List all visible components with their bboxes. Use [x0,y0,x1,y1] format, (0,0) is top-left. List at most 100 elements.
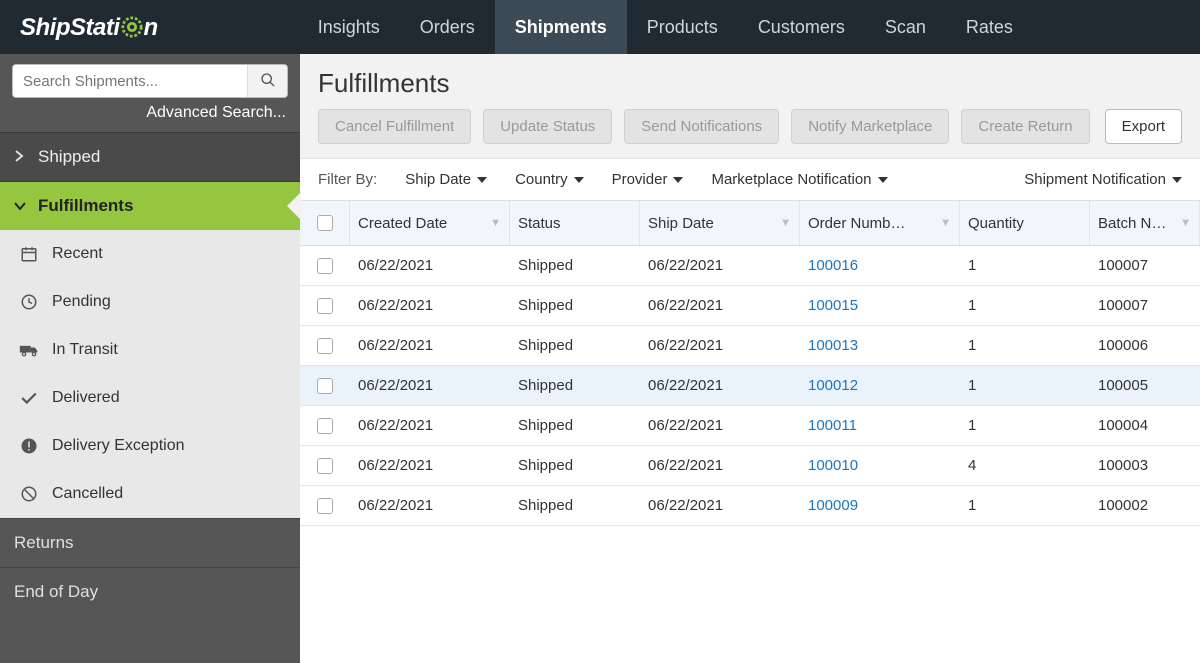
nav-insights[interactable]: Insights [298,0,400,54]
row-checkbox[interactable] [317,338,333,354]
filter-country-label: Country [515,171,568,188]
nav-rates[interactable]: Rates [946,0,1033,54]
advanced-search-link[interactable]: Advanced Search... [0,100,300,132]
col-created[interactable]: Created Date ▼ [350,201,510,245]
search-icon [260,72,276,91]
col-qty[interactable]: Quantity [960,201,1090,245]
order-link[interactable]: 100010 [808,457,858,474]
sidebar-item-cancelled[interactable]: Cancelled [0,470,300,518]
cell-order: 100013 [800,337,960,354]
table-row[interactable]: 06/22/2021Shipped06/22/20211000151100007 [300,286,1200,326]
table-row[interactable]: 06/22/2021Shipped06/22/20211000131100006 [300,326,1200,366]
filter-country[interactable]: Country [515,171,584,188]
order-link[interactable]: 100013 [808,337,858,354]
sidebar-returns[interactable]: Returns [0,518,300,567]
order-link[interactable]: 100016 [808,257,858,274]
row-checkbox[interactable] [317,498,333,514]
send-notifications-button[interactable]: Send Notifications [624,109,779,144]
clock-icon [18,292,40,312]
col-ship[interactable]: Ship Date▼ [640,201,800,245]
caret-down-icon [673,177,683,183]
nav-products[interactable]: Products [627,0,738,54]
col-order[interactable]: Order Numb…▼ [800,201,960,245]
sidebar-item-recent[interactable]: Recent [0,230,300,278]
cell-batch: 100007 [1090,297,1200,314]
alert-icon [18,436,40,456]
search-button[interactable] [247,65,287,97]
caret-down-icon [1172,177,1182,183]
col-checkbox[interactable] [300,201,350,245]
sidebar-eod[interactable]: End of Day [0,567,300,616]
cell-created: 06/22/2021 [350,257,510,274]
search-input[interactable] [13,65,247,97]
row-checkbox-cell [300,378,350,394]
sidebar-fulfillments[interactable]: Fulfillments [0,181,300,230]
sidebar-item-delivered[interactable]: Delivered [0,374,300,422]
row-checkbox[interactable] [317,418,333,434]
cell-batch: 100004 [1090,417,1200,434]
sidebar-shipped-label: Shipped [38,147,100,167]
sidebar-item-label: Delivered [52,389,120,407]
table-row[interactable]: 06/22/2021Shipped06/22/20211000091100002 [300,486,1200,526]
cancel-fulfillment-button[interactable]: Cancel Fulfillment [318,109,471,144]
cell-order: 100009 [800,497,960,514]
row-checkbox[interactable] [317,378,333,394]
nav-customers[interactable]: Customers [738,0,865,54]
logo[interactable]: ShipStati n [0,13,178,42]
sidebar-item-intransit[interactable]: In Transit [0,326,300,374]
filter-provider-label: Provider [612,171,668,188]
sort-icon: ▼ [780,217,791,229]
filter-shipment[interactable]: Shipment Notification [1024,171,1182,188]
filter-by-label: Filter By: [318,171,377,188]
table-row[interactable]: 06/22/2021Shipped06/22/20211000104100003 [300,446,1200,486]
sidebar-shipped[interactable]: Shipped [0,132,300,181]
col-created-label: Created Date [358,215,447,232]
nav-orders[interactable]: Orders [400,0,495,54]
table-row[interactable]: 06/22/2021Shipped06/22/20211000161100007 [300,246,1200,286]
cell-created: 06/22/2021 [350,377,510,394]
row-checkbox[interactable] [317,298,333,314]
cell-status: Shipped [510,297,640,314]
filter-shipdate[interactable]: Ship Date [405,171,487,188]
chevron-down-icon [14,196,28,216]
truck-icon [18,340,40,360]
cancel-icon [18,484,40,504]
export-button[interactable]: Export [1105,109,1182,144]
update-status-button[interactable]: Update Status [483,109,612,144]
nav-shipments[interactable]: Shipments [495,0,627,54]
chevron-right-icon [14,147,28,167]
order-link[interactable]: 100015 [808,297,858,314]
sidebar-fulfillments-label: Fulfillments [38,196,133,216]
col-batch[interactable]: Batch N…▼ [1090,201,1200,245]
row-checkbox[interactable] [317,458,333,474]
filter-provider[interactable]: Provider [612,171,684,188]
cell-batch: 100005 [1090,377,1200,394]
filter-marketplace[interactable]: Marketplace Notification [711,171,887,188]
row-checkbox-cell [300,498,350,514]
row-checkbox-cell [300,418,350,434]
sidebar-item-pending[interactable]: Pending [0,278,300,326]
select-all-checkbox[interactable] [317,215,333,231]
order-link[interactable]: 100011 [808,417,857,434]
cell-order: 100016 [800,257,960,274]
table-row[interactable]: 06/22/2021Shipped06/22/20211000121100005 [300,366,1200,406]
cell-batch: 100007 [1090,257,1200,274]
cell-status: Shipped [510,257,640,274]
cell-created: 06/22/2021 [350,337,510,354]
top-nav: ShipStati n Insights Orders Shipments Pr… [0,0,1200,54]
sidebar: Advanced Search... Shipped Fulfillments … [0,54,300,663]
create-return-button[interactable]: Create Return [961,109,1089,144]
sidebar-item-exception[interactable]: Delivery Exception [0,422,300,470]
cell-ship: 06/22/2021 [640,337,800,354]
cell-status: Shipped [510,457,640,474]
order-link[interactable]: 100012 [808,377,858,394]
nav-scan[interactable]: Scan [865,0,946,54]
col-status[interactable]: Status [510,201,640,245]
notify-marketplace-button[interactable]: Notify Marketplace [791,109,949,144]
row-checkbox[interactable] [317,258,333,274]
cell-created: 06/22/2021 [350,457,510,474]
order-link[interactable]: 100009 [808,497,858,514]
sort-icon: ▼ [490,217,501,229]
table-row[interactable]: 06/22/2021Shipped06/22/20211000111100004 [300,406,1200,446]
sort-icon: ▼ [940,217,951,229]
